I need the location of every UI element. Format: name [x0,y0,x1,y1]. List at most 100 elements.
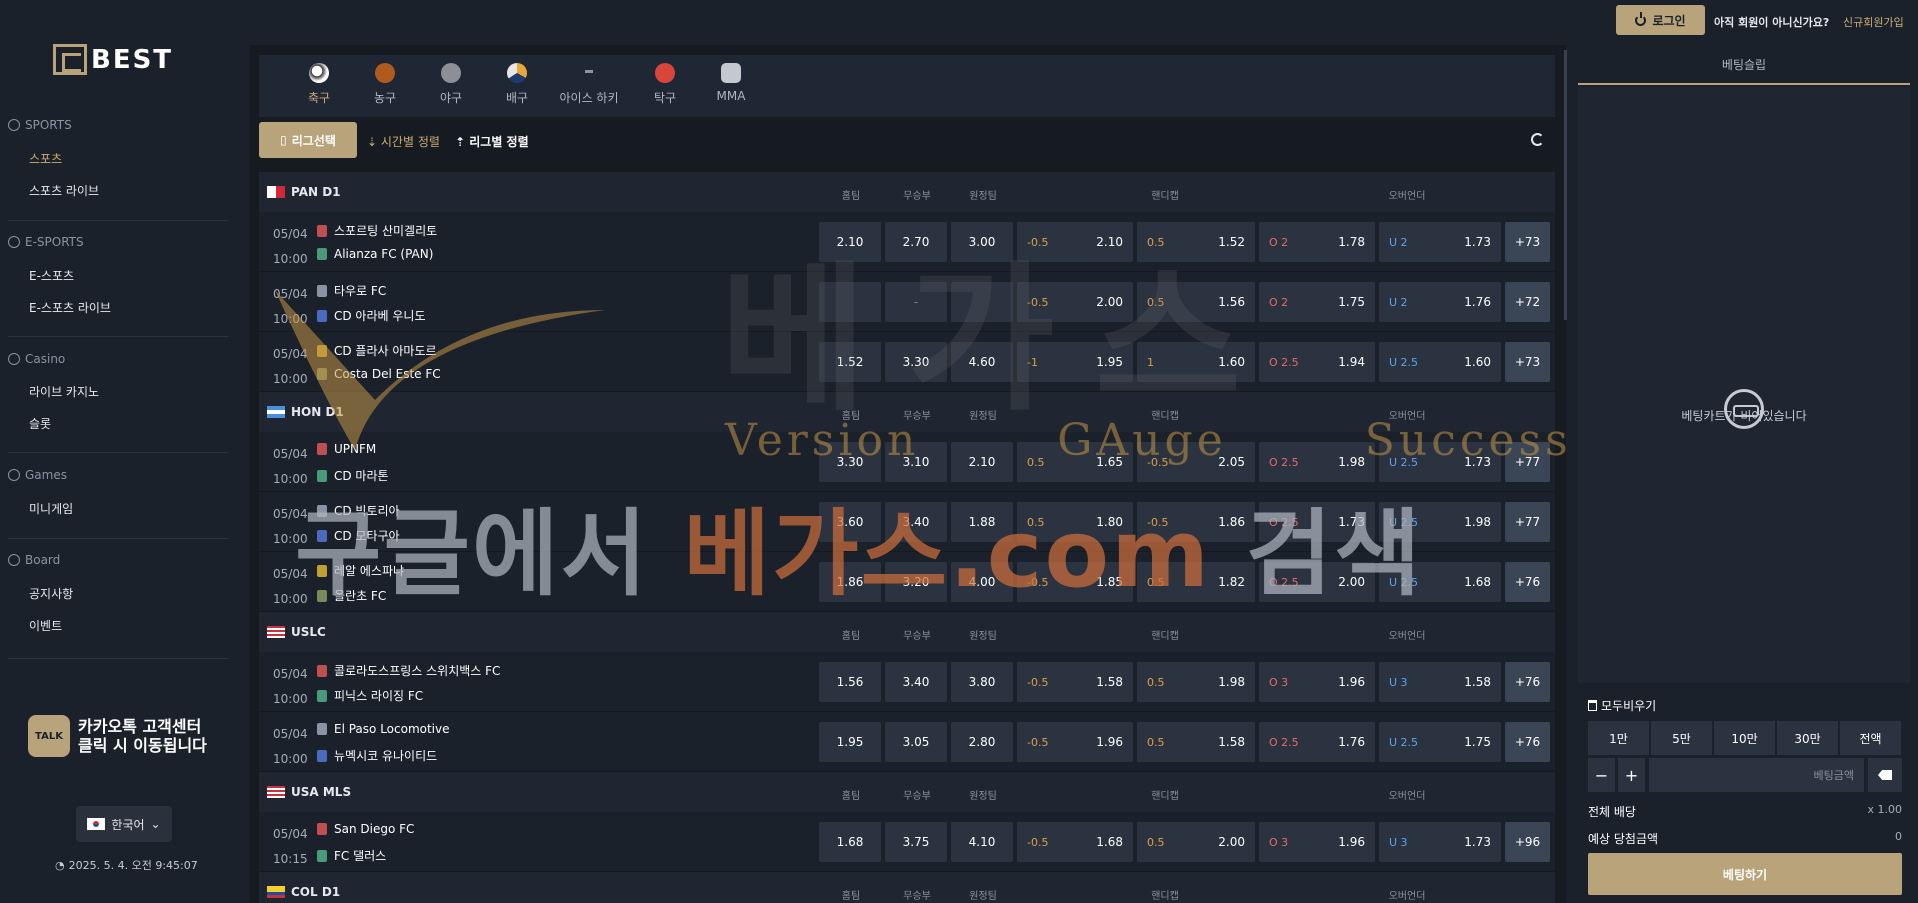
odd-over[interactable]: O 3 1.96 [1259,822,1375,862]
nav-item-notice[interactable]: 공지사항 [29,585,73,602]
amount-all-button[interactable]: 전액 [1840,721,1901,755]
odd-over[interactable]: O 2.5 1.73 [1259,502,1375,542]
language-select[interactable]: 한국어 ⌄ [76,806,172,842]
odd-away[interactable]: 2.80 [951,722,1013,762]
league-name[interactable]: COL D1 [267,885,340,899]
nav-item-event[interactable]: 이벤트 [29,617,62,634]
scrollbar[interactable] [1564,50,1567,320]
odd-under[interactable]: U 2.5 1.73 [1379,442,1501,482]
nav-item-sports-live[interactable]: 스포츠 라이브 [29,182,99,199]
signup-link[interactable]: 신규회원가입 [1843,14,1904,30]
odd-away[interactable]: 1.88 [951,502,1013,542]
odd-handicap-home[interactable]: -1 1.95 [1017,342,1133,382]
odd-draw[interactable]: - [885,282,947,322]
amount-300k-button[interactable]: 30만 [1777,721,1838,755]
odd-over[interactable]: O 2 1.78 [1259,222,1375,262]
odd-over[interactable]: O 2.5 1.94 [1259,342,1375,382]
odd-over[interactable]: O 2.5 1.76 [1259,722,1375,762]
league-select-button[interactable]: ▯ 리그선택 [259,122,357,158]
odd-away[interactable]: 3.00 [951,222,1013,262]
tab-ice-hockey[interactable]: 아이스 하키 [543,63,635,106]
odd-under[interactable]: U 3 1.58 [1379,662,1501,702]
odd-handicap-home[interactable]: -0.5 1.58 [1017,662,1133,702]
sort-by-league[interactable]: ⇡ 리그별 정렬 [455,133,529,150]
odd-handicap-away[interactable]: 0.5 1.52 [1137,222,1255,262]
more-markets-button[interactable]: +77 [1505,442,1550,482]
odd-home[interactable]: 3.30 [819,442,881,482]
odd-draw[interactable]: 3.40 [885,662,947,702]
league-name[interactable]: USLC [267,625,326,639]
odd-under[interactable]: U 2 1.76 [1379,282,1501,322]
amount-plus-button[interactable]: + [1618,758,1645,792]
odd-home[interactable]: 1.86 [819,562,881,602]
odd-away[interactable]: 4.00 [951,562,1013,602]
odd-over[interactable]: O 2.5 2.00 [1259,562,1375,602]
league-name[interactable]: HON D1 [267,405,344,419]
odd-handicap-away[interactable]: -0.5 2.05 [1137,442,1255,482]
odd-under[interactable]: U 2.5 1.68 [1379,562,1501,602]
login-button[interactable]: 로그인 [1616,5,1705,35]
odd-handicap-home[interactable]: 0.5 1.65 [1017,442,1133,482]
odd-draw[interactable]: 3.40 [885,502,947,542]
odd-draw[interactable]: 3.05 [885,722,947,762]
more-markets-button[interactable]: +72 [1505,282,1550,322]
amount-100k-button[interactable]: 10만 [1714,721,1775,755]
more-markets-button[interactable]: +77 [1505,502,1550,542]
odd-handicap-away[interactable]: 1 1.60 [1137,342,1255,382]
amount-minus-button[interactable]: − [1588,758,1615,792]
odd-away[interactable]: 2.10 [951,442,1013,482]
odd-handicap-away[interactable]: 0.5 1.82 [1137,562,1255,602]
nav-item-live-casino[interactable]: 라이브 카지노 [29,383,99,400]
odd-over[interactable]: O 2.5 1.98 [1259,442,1375,482]
nav-item-minigame[interactable]: 미니게임 [29,500,73,517]
odd-under[interactable]: U 2.5 1.60 [1379,342,1501,382]
odd-handicap-home[interactable]: -0.5 2.10 [1017,222,1133,262]
odd-handicap-home[interactable]: -0.5 1.85 [1017,562,1133,602]
odd-handicap-away[interactable]: 0.5 1.58 [1137,722,1255,762]
odd-home[interactable]: 1.68 [819,822,881,862]
amount-10k-button[interactable]: 1만 [1588,721,1649,755]
odd-under[interactable]: U 2 1.73 [1379,222,1501,262]
odd-over[interactable]: O 2 1.75 [1259,282,1375,322]
erase-button[interactable] [1868,758,1902,792]
odd-home[interactable]: 1.56 [819,662,881,702]
bet-amount-input[interactable]: 베팅금액 [1649,758,1864,792]
odd-home[interactable]: 1.52 [819,342,881,382]
odd-handicap-home[interactable]: -0.5 1.96 [1017,722,1133,762]
amount-50k-button[interactable]: 5만 [1651,721,1712,755]
odd-away[interactable] [951,282,1013,322]
league-name[interactable]: PAN D1 [267,185,341,199]
refresh-icon[interactable] [1531,133,1544,146]
nav-item-sports[interactable]: 스포츠 [29,150,62,167]
logo[interactable]: BEST [53,44,173,75]
nav-item-esports[interactable]: E-스포츠 [29,267,74,284]
odd-handicap-away[interactable]: 0.5 1.56 [1137,282,1255,322]
odd-under[interactable]: U 3 1.73 [1379,822,1501,862]
kakao-support-banner[interactable]: TALK 카카오톡 고객센터 클릭 시 이동됩니다 [28,715,207,757]
nav-item-slot[interactable]: 슬롯 [29,415,51,432]
place-bet-button[interactable]: 베팅하기 [1588,853,1902,895]
odd-under[interactable]: U 2.5 1.75 [1379,722,1501,762]
odd-handicap-away[interactable]: 0.5 1.98 [1137,662,1255,702]
tab-mma[interactable]: MMA [691,63,771,103]
more-markets-button[interactable]: +73 [1505,222,1550,262]
nav-item-esports-live[interactable]: E-스포츠 라이브 [29,299,111,316]
odd-draw[interactable]: 3.30 [885,342,947,382]
odd-draw[interactable]: 3.10 [885,442,947,482]
odd-home[interactable] [819,282,881,322]
clear-all-button[interactable]: 모두비우기 [1588,697,1656,714]
odd-handicap-away[interactable]: 0.5 2.00 [1137,822,1255,862]
odd-draw[interactable]: 3.20 [885,562,947,602]
more-markets-button[interactable]: +76 [1505,662,1550,702]
odd-draw[interactable]: 2.70 [885,222,947,262]
odd-away[interactable]: 4.60 [951,342,1013,382]
odd-away[interactable]: 4.10 [951,822,1013,862]
odd-home[interactable]: 2.10 [819,222,881,262]
league-name[interactable]: USA MLS [267,785,351,799]
odd-handicap-home[interactable]: -0.5 2.00 [1017,282,1133,322]
odd-draw[interactable]: 3.75 [885,822,947,862]
odd-handicap-home[interactable]: -0.5 1.68 [1017,822,1133,862]
odd-home[interactable]: 1.95 [819,722,881,762]
more-markets-button[interactable]: +76 [1505,722,1550,762]
sort-by-time[interactable]: ⇣ 시간별 정렬 [367,133,440,150]
